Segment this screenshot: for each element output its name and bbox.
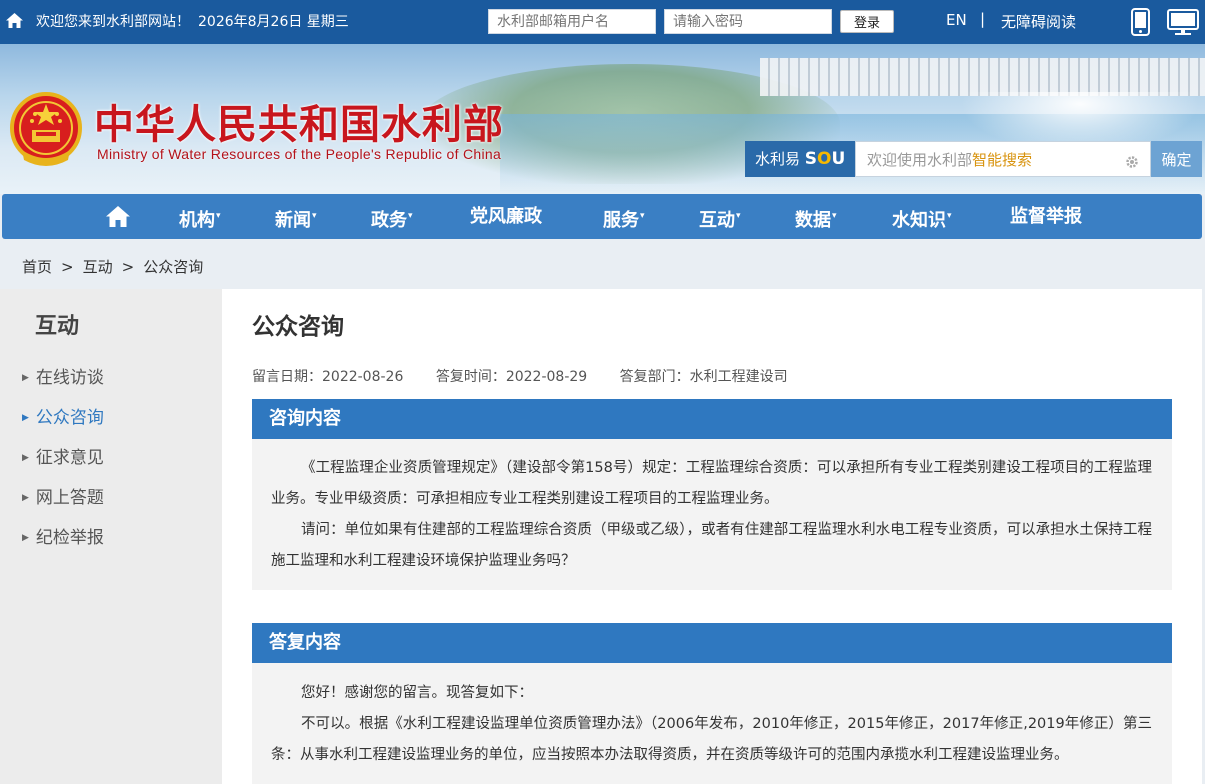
- breadcrumb-separator: >: [61, 258, 74, 276]
- sidebar-item-online-interview[interactable]: ▶ 在线访谈: [22, 363, 104, 388]
- consultation-meta: 留言日期：2022-08-26 答复时间：2022-08-29 答复部门：水利工…: [252, 366, 816, 386]
- brand-letter-s: S: [804, 149, 818, 169]
- breadcrumb: 首页 > 互动 > 公众咨询: [22, 256, 203, 277]
- triangle-right-icon: ▶: [22, 493, 29, 503]
- nav-item-supervision-report[interactable]: 监督举报: [1010, 194, 1082, 239]
- desktop-icon[interactable]: [1167, 9, 1199, 36]
- brand-letter-u: U: [831, 149, 846, 169]
- sidebar-item-solicit-opinions[interactable]: ▶ 征求意见: [22, 443, 104, 468]
- sidebar-item-label: 纪检举报: [35, 528, 104, 548]
- message-date: 留言日期：2022-08-26: [252, 369, 404, 385]
- sidebar-item-label: 在线访谈: [35, 368, 104, 388]
- nav-home-icon[interactable]: [106, 206, 130, 227]
- english-version-link[interactable]: EN: [946, 11, 967, 29]
- nav-item-news[interactable]: 新闻▾: [275, 194, 317, 239]
- dropdown-caret-icon: ▾: [832, 211, 837, 221]
- triangle-right-icon: ▶: [22, 453, 29, 463]
- breadcrumb-home[interactable]: 首页: [22, 258, 52, 276]
- nav-item-integrity[interactable]: 党风廉政: [470, 194, 542, 239]
- phone-icon[interactable]: [1131, 8, 1150, 36]
- inquiry-paragraph: 请问：单位如果有住建部的工程监理综合资质（甲级或乙级），或者有住建部工程监理水利…: [271, 522, 1152, 569]
- dropdown-caret-icon: ▾: [216, 211, 221, 221]
- sidebar-item-public-consultation[interactable]: ▶ 公众咨询: [22, 403, 104, 428]
- sidebar-title: 互动: [35, 314, 80, 339]
- username-input[interactable]: [488, 9, 656, 34]
- accessibility-reading-link[interactable]: 无障碍阅读: [1001, 11, 1076, 32]
- nav-item-services[interactable]: 服务▾: [603, 194, 645, 239]
- current-date: 2026年8月26日 星期三: [198, 14, 349, 30]
- login-button[interactable]: 登录: [840, 10, 894, 33]
- nav-item-interaction[interactable]: 互动▾: [699, 194, 741, 239]
- nav-item-government-affairs[interactable]: 政务▾: [371, 194, 413, 239]
- password-input[interactable]: [664, 9, 832, 34]
- nav-item-label: 政务: [371, 210, 407, 231]
- national-emblem-icon: [10, 92, 82, 166]
- search-input[interactable]: [855, 141, 1151, 177]
- triangle-right-icon: ▶: [22, 413, 29, 423]
- breadcrumb-separator: >: [121, 258, 135, 276]
- site-title-chinese: 中华人民共和国水利部: [94, 101, 504, 148]
- triangle-right-icon: ▶: [22, 533, 29, 543]
- nav-item-data[interactable]: 数据▾: [795, 194, 837, 239]
- reply-heading: 答复内容: [252, 623, 1172, 663]
- inquiry-heading: 咨询内容: [252, 399, 1172, 439]
- nav-item-label: 水知识: [892, 210, 946, 231]
- inquiry-paragraph: 《工程监理企业资质管理规定》（建设部令第158号）规定：工程监理综合资质：可以承…: [271, 460, 1152, 507]
- reply-body: 您好！感谢您的留言。现答复如下： 不可以。根据《水利工程建设监理单位资质管理办法…: [252, 663, 1172, 784]
- site-title-english: Ministry of Water Resources of the Peopl…: [97, 146, 502, 162]
- welcome-text: 欢迎您来到水利部网站！: [36, 14, 190, 30]
- reply-paragraph: 不可以。根据《水利工程建设监理单位资质管理办法》（2006年发布，2010年修正…: [271, 716, 1152, 763]
- reply-date: 答复时间：2022-08-29: [435, 369, 588, 385]
- main-nav: 机构▾ 新闻▾ 政务▾ 党风廉政 服务▾ 互动▾ 数据▾ 水知识▾ 监督举报: [2, 194, 1202, 239]
- inquiry-body: 《工程监理企业资质管理规定》（建设部令第158号）规定：工程监理综合资质：可以承…: [252, 439, 1172, 590]
- nav-item-label: 党风廉政: [470, 206, 542, 227]
- search-brand: 水利易 SOU: [745, 141, 855, 177]
- brand-letter-o: O: [817, 149, 832, 169]
- nav-item-label: 机构: [179, 210, 215, 231]
- sidebar-item-online-quiz[interactable]: ▶ 网上答题: [22, 483, 104, 508]
- search-submit-button[interactable]: 确定: [1151, 141, 1202, 177]
- reply-department: 答复部门：水利工程建设司: [619, 369, 788, 385]
- page-title: 公众咨询: [252, 314, 344, 340]
- main-content: 公众咨询 留言日期：2022-08-26 答复时间：2022-08-29 答复部…: [222, 289, 1202, 784]
- search-brand-logo: SOU: [805, 149, 846, 169]
- top-separator: |: [980, 10, 986, 28]
- sidebar-item-label: 公众咨询: [35, 408, 104, 428]
- gear-icon[interactable]: [1125, 155, 1139, 169]
- nav-item-label: 监督举报: [1010, 206, 1082, 227]
- sidebar-item-discipline-report[interactable]: ▶ 纪检举报: [22, 523, 104, 548]
- nav-item-label: 新闻: [275, 210, 311, 231]
- dropdown-caret-icon: ▾: [408, 211, 413, 221]
- breadcrumb-interaction[interactable]: 互动: [83, 258, 113, 276]
- triangle-right-icon: ▶: [22, 373, 29, 383]
- sidebar-item-label: 网上答题: [35, 488, 104, 508]
- banner-dam: [760, 58, 1205, 96]
- nav-item-institutions[interactable]: 机构▾: [179, 194, 221, 239]
- breadcrumb-current: 公众咨询: [143, 258, 204, 276]
- nav-item-label: 数据: [795, 210, 831, 231]
- top-bar: 欢迎您来到水利部网站！ 2026年8月26日 星期三 登录 EN | 无障碍阅读: [0, 0, 1205, 44]
- search-brand-prefix: 水利易: [755, 150, 801, 168]
- home-icon[interactable]: [6, 13, 23, 28]
- smart-search: 水利易 SOU 欢迎使用水利部智能搜索 确定: [745, 141, 1202, 177]
- nav-item-label: 服务: [603, 210, 639, 231]
- nav-item-label: 互动: [699, 210, 735, 231]
- dropdown-caret-icon: ▾: [736, 211, 741, 221]
- dropdown-caret-icon: ▾: [947, 211, 952, 221]
- reply-paragraph: 您好！感谢您的留言。现答复如下：: [301, 685, 533, 701]
- nav-item-water-knowledge[interactable]: 水知识▾: [892, 194, 952, 239]
- dropdown-caret-icon: ▾: [312, 211, 317, 221]
- sidebar: 互动 ▶ 在线访谈 ▶ 公众咨询 ▶ 征求意见 ▶ 网上答题 ▶ 纪检举报: [0, 289, 222, 784]
- dropdown-caret-icon: ▾: [640, 211, 645, 221]
- header-banner: 中华人民共和国水利部 Ministry of Water Resources o…: [0, 44, 1205, 194]
- sidebar-item-label: 征求意见: [35, 448, 104, 468]
